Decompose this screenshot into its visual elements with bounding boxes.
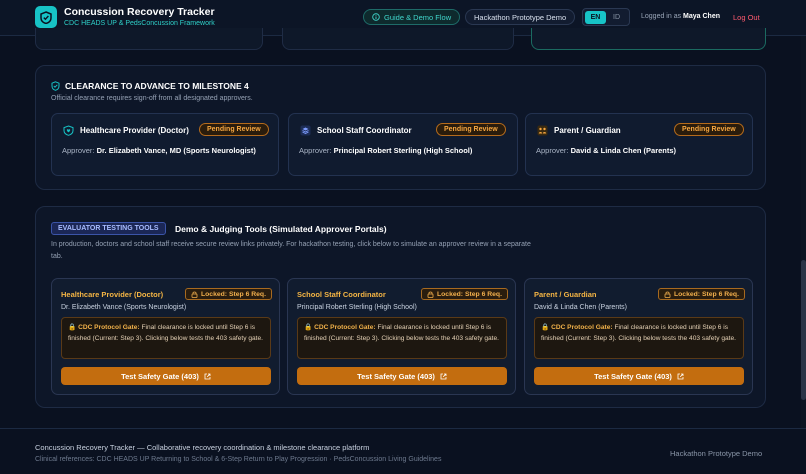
portal-approver-name: Dr. Elizabeth Vance (Sports Neurologist): [61, 304, 187, 311]
evaluator-description: In production, doctors and school staff …: [51, 241, 531, 260]
locked-badge: Locked: Step 6 Req.: [658, 288, 745, 300]
approver-prefix: Approver:: [62, 146, 95, 155]
protocol-gate-notice: 🔒 CDC Protocol Gate: Final clearance is …: [61, 317, 271, 359]
approver-role: Healthcare Provider (Doctor): [80, 126, 189, 135]
logged-in-info: Logged in as Maya Chen: [641, 13, 720, 20]
approver-name: Approver: Principal Robert Sterling (Hig…: [299, 145, 504, 157]
info-icon: [372, 13, 380, 21]
portal-role: Healthcare Provider (Doctor): [61, 290, 164, 299]
lock-emoji-icon: 🔒: [541, 324, 550, 331]
clearance-section: CLEARANCE TO ADVANCE TO MILESTONE 4 Offi…: [35, 65, 766, 190]
lock-emoji-icon: 🔒: [68, 324, 77, 331]
external-link-icon: [204, 373, 211, 379]
approver-card-school: School Staff Coordinator Pending Review …: [288, 113, 518, 176]
approver-value: Dr. Elizabeth Vance, MD (Sports Neurolog…: [96, 146, 256, 155]
logout-link[interactable]: Log Out: [733, 13, 760, 22]
logged-in-prefix: Logged in as: [641, 13, 682, 20]
protocol-gate-notice: 🔒 CDC Protocol Gate: Final clearance is …: [534, 317, 744, 359]
approver-card-doctor: Healthcare Provider (Doctor) Pending Rev…: [51, 113, 279, 176]
locked-label: Locked: Step 6 Req.: [201, 290, 266, 298]
test-safety-gate-button[interactable]: Test Safety Gate (403): [534, 367, 744, 385]
portal-approver-name: Principal Robert Sterling (High School): [297, 304, 417, 311]
approver-prefix: Approver:: [536, 146, 569, 155]
evaluator-badge: EVALUATOR TESTING TOOLS: [51, 222, 166, 235]
external-link-icon: [440, 373, 447, 379]
locked-badge: Locked: Step 6 Req.: [421, 288, 508, 300]
status-badge: Pending Review: [674, 123, 744, 136]
approver-name: Approver: David & Linda Chen (Parents): [536, 145, 741, 157]
footer-prototype-label: Hackathon Prototype Demo: [670, 449, 763, 458]
heart-shield-icon: [63, 125, 74, 136]
page-footer: Concussion Recovery Tracker — Collaborat…: [0, 428, 806, 474]
locked-label: Locked: Step 6 Req.: [437, 290, 502, 298]
scrollbar-thumb[interactable]: [801, 260, 806, 400]
app-title: Concussion Recovery Tracker: [64, 6, 215, 18]
test-button-label: Test Safety Gate (403): [357, 371, 435, 381]
app-subtitle: CDC HEADS UP & PedsConcussion Framework: [64, 20, 215, 27]
gate-label: CDC Protocol Gate:: [551, 324, 613, 331]
clearance-description: Official clearance requires sign-off fro…: [51, 95, 253, 102]
layers-icon: [300, 125, 311, 136]
partial-card: [531, 28, 766, 50]
evaluator-title: Demo & Judging Tools (Simulated Approver…: [175, 224, 387, 234]
app-logo-icon: [35, 6, 57, 28]
test-safety-gate-button[interactable]: Test Safety Gate (403): [297, 367, 507, 385]
test-safety-gate-button[interactable]: Test Safety Gate (403): [61, 367, 271, 385]
portal-card-school: School Staff Coordinator Locked: Step 6 …: [287, 278, 516, 395]
approver-name: Approver: Dr. Elizabeth Vance, MD (Sport…: [62, 145, 267, 157]
language-toggle: EN ID: [582, 8, 630, 26]
portal-role: Parent / Guardian: [534, 290, 597, 299]
user-name: Maya Chen: [683, 13, 721, 20]
gate-label: CDC Protocol Gate:: [314, 324, 376, 331]
lock-emoji-icon: 🔒: [304, 324, 313, 331]
lock-icon: [664, 291, 671, 298]
approver-role: Parent / Guardian: [554, 126, 621, 135]
family-icon: [537, 125, 548, 136]
status-badge: Pending Review: [436, 123, 506, 136]
evaluator-section: EVALUATOR TESTING TOOLS Demo & Judging T…: [35, 206, 766, 408]
external-link-icon: [677, 373, 684, 379]
shield-check-icon: [51, 81, 60, 91]
portal-card-doctor: Healthcare Provider (Doctor) Locked: Ste…: [51, 278, 280, 395]
portal-card-parent: Parent / Guardian Locked: Step 6 Req. Da…: [524, 278, 753, 395]
prototype-badge: Hackathon Prototype Demo: [465, 9, 576, 25]
test-button-label: Test Safety Gate (403): [594, 371, 672, 381]
locked-label: Locked: Step 6 Req.: [674, 290, 739, 298]
partial-card: [35, 28, 263, 50]
locked-badge: Locked: Step 6 Req.: [185, 288, 272, 300]
guide-demo-button[interactable]: Guide & Demo Flow: [363, 9, 461, 25]
clearance-title: CLEARANCE TO ADVANCE TO MILESTONE 4: [51, 81, 249, 91]
gate-label: CDC Protocol Gate:: [78, 324, 140, 331]
status-badge: Pending Review: [199, 123, 269, 136]
approver-value: David & Linda Chen (Parents): [570, 146, 677, 155]
footer-references: Clinical references: CDC HEADS UP Return…: [35, 456, 442, 463]
footer-description: Concussion Recovery Tracker — Collaborat…: [35, 443, 370, 452]
partial-card: [282, 28, 514, 50]
test-button-label: Test Safety Gate (403): [121, 371, 199, 381]
portal-approver-name: David & Linda Chen (Parents): [534, 304, 627, 311]
approver-role: School Staff Coordinator: [317, 126, 412, 135]
approver-value: Principal Robert Sterling (High School): [333, 146, 473, 155]
protocol-gate-notice: 🔒 CDC Protocol Gate: Final clearance is …: [297, 317, 507, 359]
approver-prefix: Approver:: [299, 146, 332, 155]
lang-id-button[interactable]: ID: [606, 11, 627, 24]
lock-icon: [427, 291, 434, 298]
guide-demo-label: Guide & Demo Flow: [384, 12, 452, 22]
portal-role: School Staff Coordinator: [297, 290, 386, 299]
approver-card-parent: Parent / Guardian Pending Review Approve…: [525, 113, 753, 176]
lang-en-button[interactable]: EN: [585, 10, 606, 24]
lock-icon: [191, 291, 198, 298]
clearance-title-text: CLEARANCE TO ADVANCE TO MILESTONE 4: [65, 81, 249, 91]
